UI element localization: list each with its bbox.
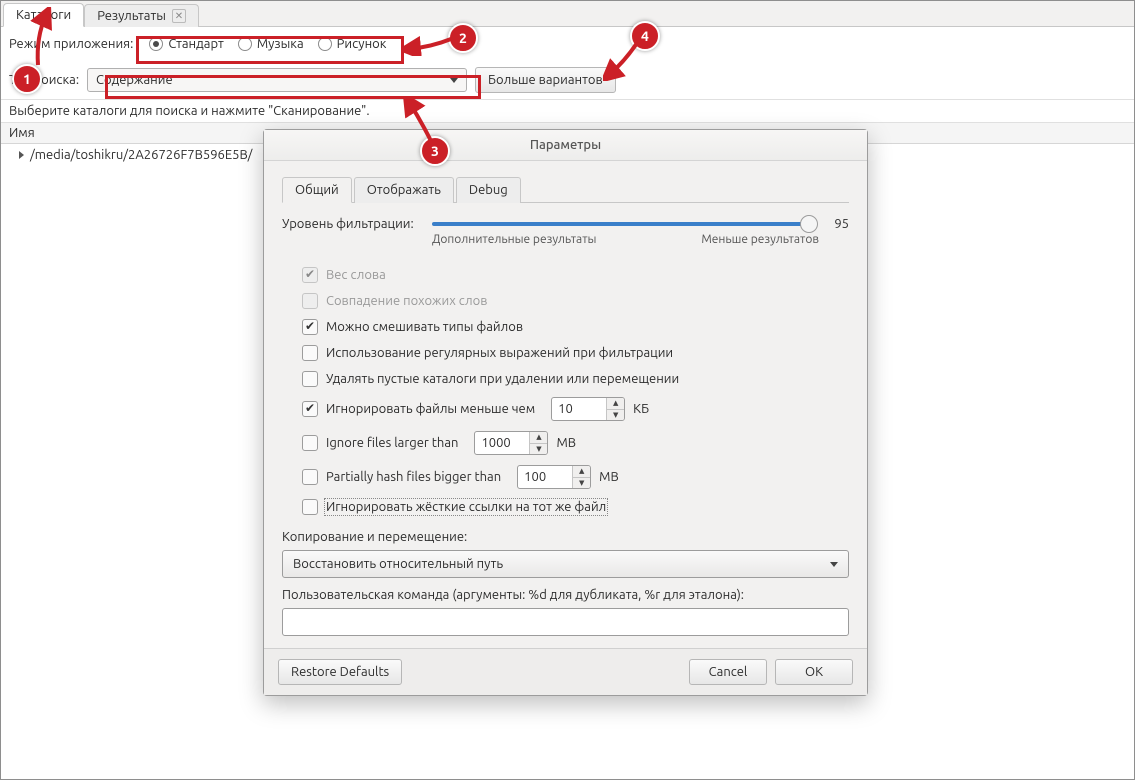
radio-standard[interactable]: Стандарт	[149, 37, 223, 51]
radio-icon	[318, 37, 332, 51]
copy-move-section-label: Копирование и перемещение:	[282, 530, 849, 544]
radio-picture[interactable]: Рисунок	[318, 37, 387, 51]
checkbox-mix-types[interactable]	[302, 319, 318, 335]
spin-down-icon[interactable]: ▼	[530, 444, 547, 455]
radio-standard-label: Стандарт	[168, 37, 223, 51]
close-icon[interactable]: ✕	[172, 9, 186, 23]
spin-up-icon[interactable]: ▲	[530, 432, 547, 444]
label-partial-hash: Partially hash files bigger than	[326, 470, 501, 484]
filter-level-label: Уровень фильтрации:	[282, 217, 422, 231]
search-type-row: Тип поиска: Содержание Больше вариантов	[1, 61, 1134, 100]
label-word-weight: Вес слова	[326, 268, 386, 282]
tab-results[interactable]: Результаты ✕	[84, 4, 199, 27]
checkbox-word-weight	[302, 267, 318, 283]
label-ignore-small: Игнорировать файлы меньше чем	[326, 402, 535, 416]
more-options-button[interactable]: Больше вариантов	[475, 67, 616, 93]
ok-button[interactable]: OK	[775, 659, 853, 685]
ignore-large-value[interactable]: 1000	[475, 432, 529, 454]
main-tabs: Каталоги Результаты ✕	[1, 1, 1134, 27]
dialog-tabs: Общий Отображать Debug	[282, 177, 849, 203]
cancel-label: Cancel	[709, 665, 748, 679]
partial-hash-unit: MB	[599, 470, 619, 484]
spin-up-icon[interactable]: ▲	[607, 398, 624, 410]
partial-hash-value[interactable]: 100	[518, 466, 572, 488]
instruction-text: Выберите каталоги для поиска и нажмите "…	[1, 100, 1134, 123]
tab-results-label: Результаты	[97, 9, 166, 23]
checkbox-ignore-hardlinks[interactable]	[302, 499, 318, 515]
radio-icon	[238, 37, 252, 51]
slider-caption-less: Меньше результатов	[701, 233, 819, 246]
more-options-label: Больше вариантов	[488, 73, 603, 87]
checkbox-regex[interactable]	[302, 345, 318, 361]
tab-general-label: Общий	[295, 183, 339, 197]
tab-debug-label: Debug	[469, 183, 508, 197]
checkbox-del-empty[interactable]	[302, 371, 318, 387]
slider-thumb[interactable]	[800, 215, 818, 233]
restore-defaults-button[interactable]: Restore Defaults	[278, 659, 402, 685]
radio-icon	[149, 37, 163, 51]
ignore-small-value[interactable]: 10	[552, 398, 606, 420]
tree-path: /media/toshikru/2A26726F7B596E5B/	[30, 148, 252, 162]
chevron-down-icon	[450, 78, 458, 83]
spin-up-icon[interactable]: ▲	[573, 466, 590, 478]
restore-defaults-label: Restore Defaults	[291, 665, 389, 679]
label-del-empty: Удалять пустые каталоги при удалении или…	[326, 372, 679, 386]
label-regex: Использование регулярных выражений при ф…	[326, 346, 673, 360]
label-ignore-hardlinks: Игнорировать жёсткие ссылки на тот же фа…	[326, 500, 606, 514]
tab-general[interactable]: Общий	[282, 177, 352, 203]
tab-catalogs-label: Каталоги	[16, 8, 71, 22]
ignore-small-unit: КБ	[633, 402, 649, 416]
checkbox-ignore-large[interactable]	[302, 435, 318, 451]
copy-move-value: Восстановить относительный путь	[293, 557, 503, 571]
label-ignore-large: Ignore files larger than	[326, 436, 458, 450]
spin-down-icon[interactable]: ▼	[573, 478, 590, 489]
cancel-button[interactable]: Cancel	[689, 659, 767, 685]
app-mode-row: Режим приложения: Стандарт Музыка Рисуно…	[1, 27, 1134, 61]
checkbox-partial-hash[interactable]	[302, 469, 318, 485]
ignore-large-spinner[interactable]: 1000 ▲▼	[474, 431, 548, 455]
label-mix-types: Можно смешивать типы файлов	[326, 320, 523, 334]
preferences-dialog: Параметры Общий Отображать Debug Уровень…	[263, 129, 868, 696]
spin-down-icon[interactable]: ▼	[607, 410, 624, 421]
radio-music[interactable]: Музыка	[238, 37, 304, 51]
ok-label: OK	[805, 665, 823, 679]
tab-display-label: Отображать	[367, 183, 441, 197]
dialog-title: Параметры	[264, 130, 867, 161]
search-type-label: Тип поиска:	[9, 73, 79, 87]
radio-picture-label: Рисунок	[337, 37, 387, 51]
slider-caption-more: Дополнительные результаты	[432, 233, 596, 246]
checkbox-ignore-small[interactable]	[302, 401, 318, 417]
app-mode-label: Режим приложения:	[9, 37, 133, 51]
filter-level-slider[interactable]	[432, 222, 809, 226]
radio-music-label: Музыка	[257, 37, 304, 51]
partial-hash-spinner[interactable]: 100 ▲▼	[517, 465, 591, 489]
ignore-small-spinner[interactable]: 10 ▲▼	[551, 397, 625, 421]
copy-move-select[interactable]: Восстановить относительный путь	[282, 550, 849, 578]
checkbox-similar-words	[302, 293, 318, 309]
caret-right-icon[interactable]	[19, 151, 24, 159]
tab-display[interactable]: Отображать	[354, 177, 454, 203]
search-type-select[interactable]: Содержание	[87, 68, 467, 92]
custom-command-label: Пользовательская команда (аргументы: %d …	[282, 588, 849, 602]
tab-catalogs[interactable]: Каталоги	[3, 3, 84, 27]
search-type-value: Содержание	[96, 73, 173, 87]
custom-command-input[interactable]	[282, 608, 849, 636]
tab-debug[interactable]: Debug	[456, 177, 521, 203]
app-mode-radio-group: Стандарт Музыка Рисунок	[141, 33, 394, 55]
chevron-down-icon	[830, 562, 838, 567]
ignore-large-unit: MB	[556, 436, 576, 450]
filter-level-value: 95	[819, 217, 849, 231]
label-similar-words: Совпадение похожих слов	[326, 294, 487, 308]
